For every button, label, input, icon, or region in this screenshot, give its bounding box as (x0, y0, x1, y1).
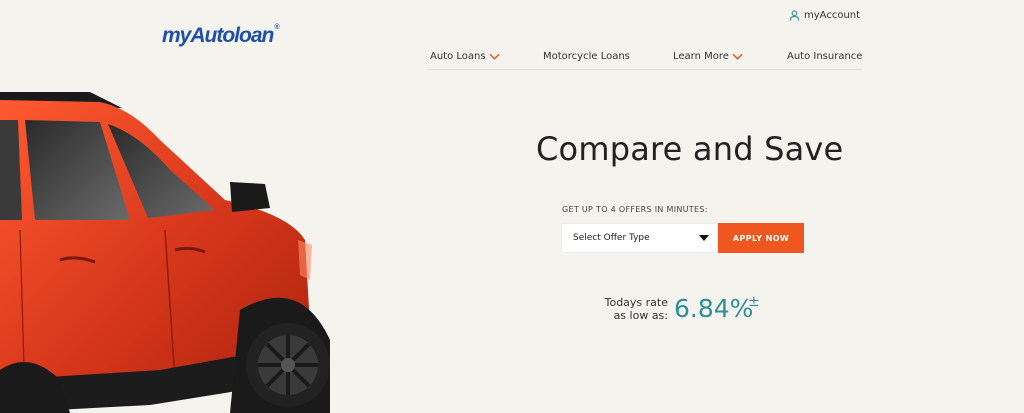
page-title: Compare and Save (536, 130, 844, 168)
rate-label-line1: Todays rate (604, 296, 668, 309)
nav-item-motorcycle-loans[interactable]: Motorcycle Loans (543, 51, 630, 62)
select-value: Select Offer Type (573, 233, 650, 243)
registered-mark: ® (274, 24, 279, 31)
rate-label-line2: as low as: (613, 309, 668, 322)
chevron-down-icon (732, 53, 743, 60)
nav-item-label: Auto Insurance (787, 51, 863, 62)
brand-logo[interactable]: myAutoloan® (162, 24, 280, 48)
user-icon (789, 10, 800, 21)
nav-item-auto-loans[interactable]: Auto Loans (430, 51, 500, 62)
nav-item-learn-more[interactable]: Learn More (673, 51, 743, 62)
car-image (0, 92, 330, 413)
rate-disclaimer-marker[interactable]: ± (748, 294, 760, 310)
my-account-link[interactable]: myAccount (789, 10, 860, 21)
apply-now-button[interactable]: APPLY NOW (718, 223, 804, 253)
rate-value: 6.84% (674, 294, 754, 323)
caret-down-icon (699, 235, 709, 241)
nav-item-auto-insurance[interactable]: Auto Insurance (787, 51, 862, 62)
rate-label: Todays rate as low as: (596, 296, 668, 322)
nav-item-label: Learn More (673, 51, 729, 62)
brand-name: myAutoloan (162, 24, 274, 47)
offer-type-select[interactable]: Select Offer Type (561, 223, 718, 253)
chevron-down-icon (488, 53, 500, 60)
offers-label: GET UP TO 4 OFFERS IN MINUTES: (562, 205, 708, 214)
my-account-label: myAccount (804, 10, 861, 21)
main-nav: Auto Loans Motorcycle Loans Learn More A… (427, 44, 863, 70)
nav-item-label: Motorcycle Loans (543, 51, 630, 62)
nav-item-label: Auto Loans (430, 51, 486, 62)
